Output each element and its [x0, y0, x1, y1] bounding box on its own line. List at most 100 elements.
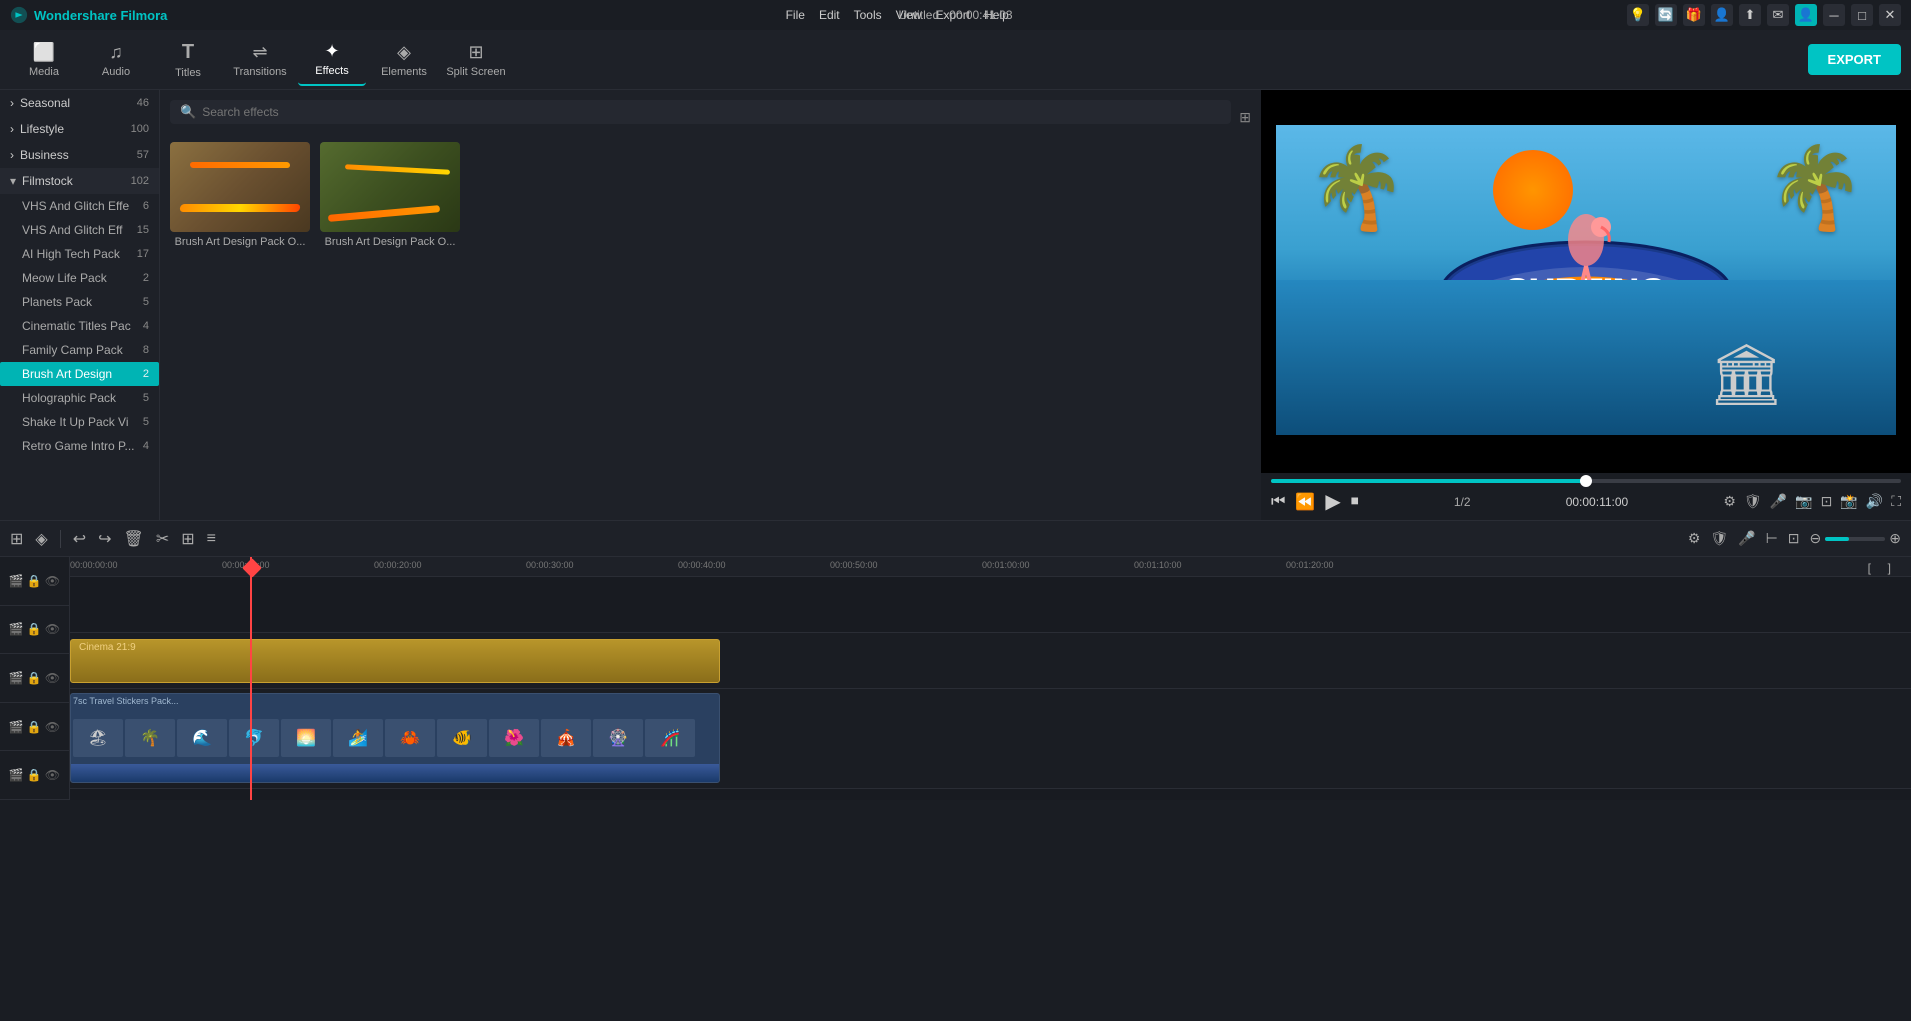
- progress-bar[interactable]: [1271, 479, 1901, 483]
- clip-stickers[interactable]: 7sc Travel Stickers Pack... 🏖 🌴 🌊 🐬 🌅 🏄 …: [70, 693, 720, 783]
- menu-edit[interactable]: Edit: [819, 8, 840, 22]
- export-button[interactable]: EXPORT: [1808, 44, 1901, 75]
- toolbar-effects[interactable]: ✦ Effects: [298, 34, 366, 86]
- zoom-slider[interactable]: [1825, 537, 1885, 541]
- track4-eye-icon[interactable]: 👁: [45, 720, 60, 734]
- effect-card-brush2[interactable]: Brush Art Design Pack O...: [320, 142, 460, 248]
- maximize-btn[interactable]: □: [1851, 4, 1873, 26]
- menu-file[interactable]: File: [786, 8, 805, 22]
- shield-icon[interactable]: 🛡: [1744, 493, 1762, 510]
- camera-icon[interactable]: 📷: [1795, 493, 1812, 510]
- subcategory-brush[interactable]: Brush Art Design 2: [0, 362, 159, 386]
- motion-button[interactable]: ≡: [207, 530, 216, 548]
- track3-lock-icon[interactable]: 🔒: [27, 671, 42, 685]
- stop-button[interactable]: ⏹: [1351, 493, 1359, 511]
- toolbar-titles[interactable]: T Titles: [154, 34, 222, 86]
- toolbar-transitions[interactable]: ⇌ Transitions: [226, 34, 294, 86]
- subcategory-vhs1[interactable]: VHS And Glitch Effe 6: [0, 194, 159, 218]
- zoom-out-button[interactable]: ⊖: [1810, 530, 1822, 547]
- subcategory-cinematic[interactable]: Cinematic Titles Pac 4: [0, 314, 159, 338]
- category-filmstock[interactable]: ▾ Filmstock 102: [0, 168, 159, 194]
- split-icon[interactable]: ⊢: [1766, 530, 1778, 547]
- track2-lock-icon[interactable]: 🔒: [27, 622, 42, 636]
- track4-camera-icon[interactable]: 🎬: [9, 720, 24, 734]
- filmstock-count: 102: [131, 175, 149, 187]
- cut-button[interactable]: ✂: [156, 529, 169, 549]
- track1-eye-icon[interactable]: 👁: [45, 574, 60, 588]
- screenshot-icon[interactable]: 📸: [1840, 493, 1857, 510]
- effect-card-brush1[interactable]: Brush Art Design Pack O...: [170, 142, 310, 248]
- meow-count: 2: [143, 272, 149, 284]
- notification-icon[interactable]: 💡: [1627, 4, 1649, 26]
- subcategory-meow[interactable]: Meow Life Pack 2: [0, 266, 159, 290]
- subcategory-shakeup[interactable]: Shake It Up Pack Vi 5: [0, 410, 159, 434]
- lifestyle-arrow: ›: [10, 122, 14, 136]
- time-display: 00:00:11:00: [1566, 495, 1629, 509]
- track1-camera-icon[interactable]: 🎬: [9, 574, 24, 588]
- zoom-in-button[interactable]: ⊕: [1889, 530, 1901, 547]
- gift-icon[interactable]: 🎁: [1683, 4, 1705, 26]
- close-btn[interactable]: ✕: [1879, 4, 1901, 26]
- clip-cinema[interactable]: Cinema 21:9: [70, 639, 720, 683]
- render-settings-icon[interactable]: ⚙: [1723, 493, 1736, 510]
- category-lifestyle[interactable]: › Lifestyle 100: [0, 116, 159, 142]
- crop-icon[interactable]: ⊡: [1821, 493, 1833, 510]
- grid-options-icon[interactable]: ⊞: [1239, 109, 1251, 126]
- minimize-btn[interactable]: ─: [1823, 4, 1845, 26]
- add-effect-icon[interactable]: ◈: [35, 529, 47, 549]
- track1-lock-icon[interactable]: 🔒: [27, 574, 42, 588]
- email-icon[interactable]: ✉: [1767, 4, 1789, 26]
- adjust-button[interactable]: ⊞: [181, 529, 194, 549]
- track3-eye-icon[interactable]: 👁: [45, 671, 60, 685]
- sync-icon[interactable]: 🔄: [1655, 4, 1677, 26]
- skip-back-button[interactable]: ⏮: [1271, 493, 1285, 511]
- subcategory-ai[interactable]: AI High Tech Pack 17: [0, 242, 159, 266]
- record-icon[interactable]: 🎤: [1738, 530, 1755, 547]
- category-seasonal[interactable]: › Seasonal 46: [0, 90, 159, 116]
- titlebar-icons: 💡 🔄 🎁 👤 ⬆ ✉ 👤 ─ □ ✕: [1627, 4, 1901, 26]
- track-label-5: 🎬 🔒 👁: [0, 751, 69, 800]
- fullscreen-icon[interactable]: ⛶: [1891, 493, 1901, 510]
- track2-eye-icon[interactable]: 👁: [45, 622, 60, 636]
- track4-lock-icon[interactable]: 🔒: [27, 720, 42, 734]
- profile-icon[interactable]: 👤: [1795, 4, 1817, 26]
- track5-camera-icon[interactable]: 🎬: [9, 768, 24, 782]
- subcategory-retro[interactable]: Retro Game Intro P... 4: [0, 434, 159, 458]
- toolbar-elements[interactable]: ◈ Elements: [370, 34, 438, 86]
- subcategory-holographic[interactable]: Holographic Pack 5: [0, 386, 159, 410]
- search-input[interactable]: [202, 105, 1221, 119]
- settings-icon[interactable]: ⚙: [1688, 530, 1701, 547]
- undo-button[interactable]: ↩: [73, 529, 86, 549]
- subcategory-planets[interactable]: Planets Pack 5: [0, 290, 159, 314]
- track2-camera-icon[interactable]: 🎬: [9, 622, 24, 636]
- toolbar-media[interactable]: ⬜ Media: [10, 34, 78, 86]
- layout-icon[interactable]: ⊡: [1788, 530, 1800, 547]
- menu-tools[interactable]: Tools: [854, 8, 882, 22]
- toolbar-audio[interactable]: ♫ Audio: [82, 34, 150, 86]
- bracket-left[interactable]: [: [1868, 561, 1871, 575]
- track5-lock-icon[interactable]: 🔒: [27, 768, 42, 782]
- mic-icon[interactable]: 🎤: [1770, 493, 1787, 510]
- protect-icon[interactable]: 🛡: [1710, 530, 1728, 547]
- timeline-ruler-tracks: 00:00:00:00 00:00:10:00 00:00:20:00 00:0…: [70, 557, 1911, 800]
- volume-icon[interactable]: 🔊: [1866, 493, 1883, 510]
- vhs2-label: VHS And Glitch Eff: [22, 223, 123, 237]
- delete-button[interactable]: 🗑: [124, 529, 144, 549]
- subcategory-family[interactable]: Family Camp Pack 8: [0, 338, 159, 362]
- zoom-fill: [1825, 537, 1849, 541]
- track3-camera-icon[interactable]: 🎬: [9, 671, 24, 685]
- account-icon[interactable]: 👤: [1711, 4, 1733, 26]
- track5-eye-icon[interactable]: 👁: [45, 768, 60, 782]
- category-business[interactable]: › Business 57: [0, 142, 159, 168]
- track-row-3: 7sc Travel Stickers Pack... 🏖 🌴 🌊 🐬 🌅 🏄 …: [70, 689, 1911, 789]
- sticker-8: 🐠: [437, 719, 487, 757]
- redo-button[interactable]: ↪: [98, 529, 111, 549]
- upgrade-icon[interactable]: ⬆: [1739, 4, 1761, 26]
- business-count: 57: [137, 149, 149, 161]
- bracket-right[interactable]: ]: [1888, 561, 1891, 575]
- step-back-button[interactable]: ⏪: [1295, 492, 1315, 512]
- subcategory-vhs2[interactable]: VHS And Glitch Eff 15: [0, 218, 159, 242]
- add-media-icon[interactable]: ⊞: [10, 529, 23, 549]
- play-button[interactable]: ▶: [1325, 489, 1340, 514]
- toolbar-splitscreen[interactable]: ⊞ Split Screen: [442, 34, 510, 86]
